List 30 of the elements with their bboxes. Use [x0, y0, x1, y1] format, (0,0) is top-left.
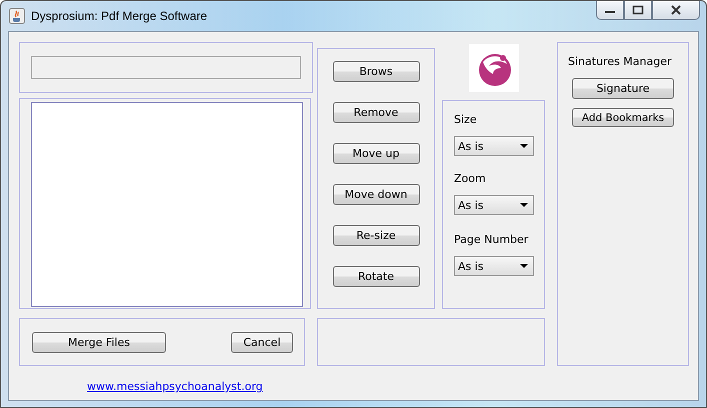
action-button[interactable]: Re-size [332, 225, 420, 246]
action-button[interactable]: Brows [332, 61, 420, 82]
option-label: Zoom [454, 172, 486, 185]
signature-button[interactable]: Signature [572, 78, 674, 99]
option-label: Page Number [454, 233, 528, 246]
action-button[interactable]: Rotate [332, 266, 420, 287]
phoenix-logo [468, 44, 518, 92]
window-title: Dysprosium: Pdf Merge Software [31, 9, 208, 23]
merge-button[interactable]: Merge Files [32, 332, 166, 352]
option-dropdown[interactable]: As is [454, 195, 534, 215]
dropdown-arrow-icon [520, 203, 528, 207]
close-button[interactable] [652, 1, 700, 20]
dropdown-arrow-icon [520, 264, 528, 268]
cancel-button[interactable]: Cancel [231, 332, 293, 352]
website-link[interactable]: www.messiahpsychoanalyst.org [87, 380, 263, 393]
java-cup-icon [9, 8, 25, 24]
minimize-button[interactable] [596, 1, 624, 20]
path-field[interactable] [31, 56, 301, 79]
maximize-button[interactable] [624, 1, 652, 20]
action-button[interactable]: Remove [332, 102, 420, 123]
close-icon [670, 5, 682, 15]
maximize-icon [632, 5, 644, 15]
option-label: Size [454, 113, 477, 126]
action-button[interactable]: Move down [332, 184, 420, 205]
action-button[interactable]: Move up [332, 143, 420, 164]
option-dropdown[interactable]: As is [454, 256, 534, 276]
dropdown-arrow-icon [520, 144, 528, 148]
option-dropdown[interactable]: As is [454, 136, 534, 156]
panel-title: Sinatures Manager [568, 55, 672, 68]
signature-button[interactable]: Add Bookmarks [572, 108, 674, 127]
